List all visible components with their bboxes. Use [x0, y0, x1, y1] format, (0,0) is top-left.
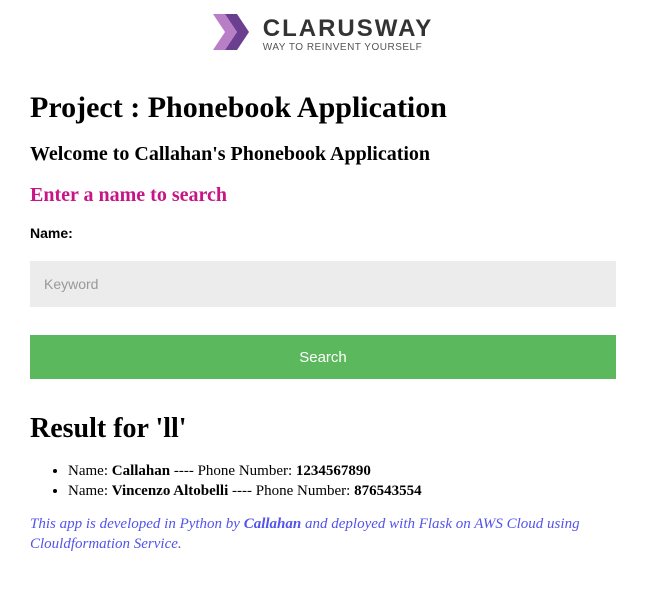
welcome-heading: Welcome to Callahan's Phonebook Applicat…	[30, 143, 616, 166]
footer-note: This app is developed in Python by Calla…	[30, 514, 616, 555]
logo-block: CLARUSWAY WAY TO REINVENT YOURSELF	[30, 0, 616, 55]
logo-text: CLARUSWAY	[263, 17, 433, 41]
search-prompt: Enter a name to search	[30, 184, 616, 207]
keyword-input[interactable]	[30, 261, 616, 307]
results-list: Name: Callahan ---- Phone Number: 123456…	[30, 461, 616, 502]
results-heading: Result for 'll'	[30, 413, 616, 445]
list-item: Name: Vincenzo Altobelli ---- Phone Numb…	[68, 481, 616, 501]
chevrons-icon	[213, 14, 255, 55]
logo: CLARUSWAY WAY TO REINVENT YOURSELF	[213, 14, 433, 55]
list-item: Name: Callahan ---- Phone Number: 123456…	[68, 461, 616, 481]
name-field-label: Name:	[30, 225, 616, 241]
search-button[interactable]: Search	[30, 335, 616, 379]
logo-tagline: WAY TO REINVENT YOURSELF	[263, 43, 433, 53]
page-title: Project : Phonebook Application	[30, 91, 616, 125]
